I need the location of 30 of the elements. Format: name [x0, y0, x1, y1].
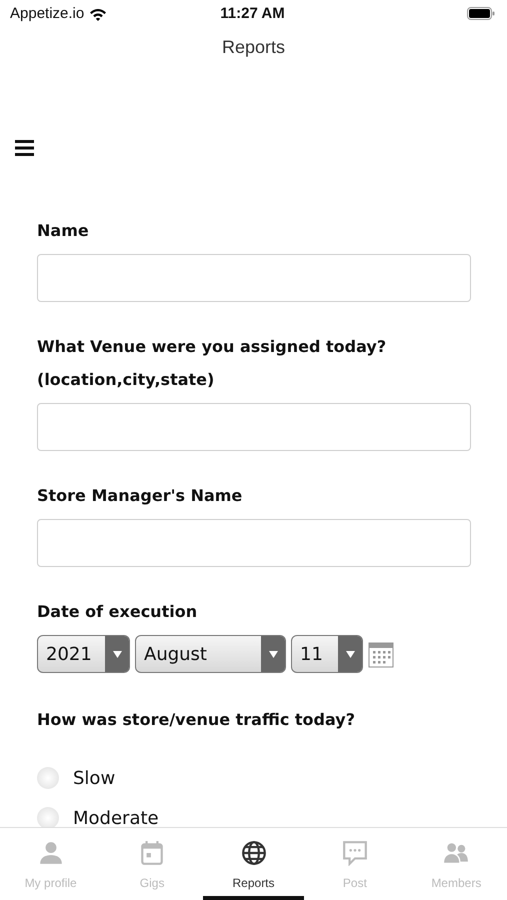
person-icon [38, 840, 64, 866]
option-label: Slow [73, 766, 116, 790]
calendar-icon [139, 840, 166, 866]
tab-item[interactable]: Reports [202, 828, 304, 900]
caret-icon [268, 650, 278, 658]
radio-button[interactable] [37, 807, 59, 827]
dropdown[interactable]: 2021 [37, 635, 130, 673]
radio-button[interactable] [37, 767, 59, 789]
dropdown[interactable]: August [135, 635, 286, 673]
status-time: 11:27 AM [220, 4, 285, 24]
battery-icon [467, 7, 496, 20]
menu-icon[interactable] [15, 140, 34, 156]
caret-icon [346, 650, 354, 658]
wifi-icon [89, 8, 108, 20]
field-label: Name [37, 220, 90, 242]
question-label: How was store/venue traffic today? [37, 709, 356, 731]
globe-icon [240, 840, 267, 866]
field-label: What Venue were you assigned today? (location,city,state) [37, 336, 388, 391]
caret-icon [112, 650, 122, 658]
calendar-icon[interactable] [368, 640, 394, 668]
carrier-name: Appetize.io [10, 4, 84, 24]
field-label: Date of execution [37, 601, 198, 623]
text-field[interactable] [37, 254, 471, 302]
screen-title: Reports [222, 37, 286, 57]
chat-icon [342, 840, 368, 866]
text-field[interactable] [37, 519, 471, 567]
field-label: Store Manager's Name [37, 485, 244, 507]
dropdown[interactable]: 11 [291, 635, 363, 673]
text-field[interactable] [37, 403, 471, 451]
option-label: Moderate [73, 806, 159, 827]
